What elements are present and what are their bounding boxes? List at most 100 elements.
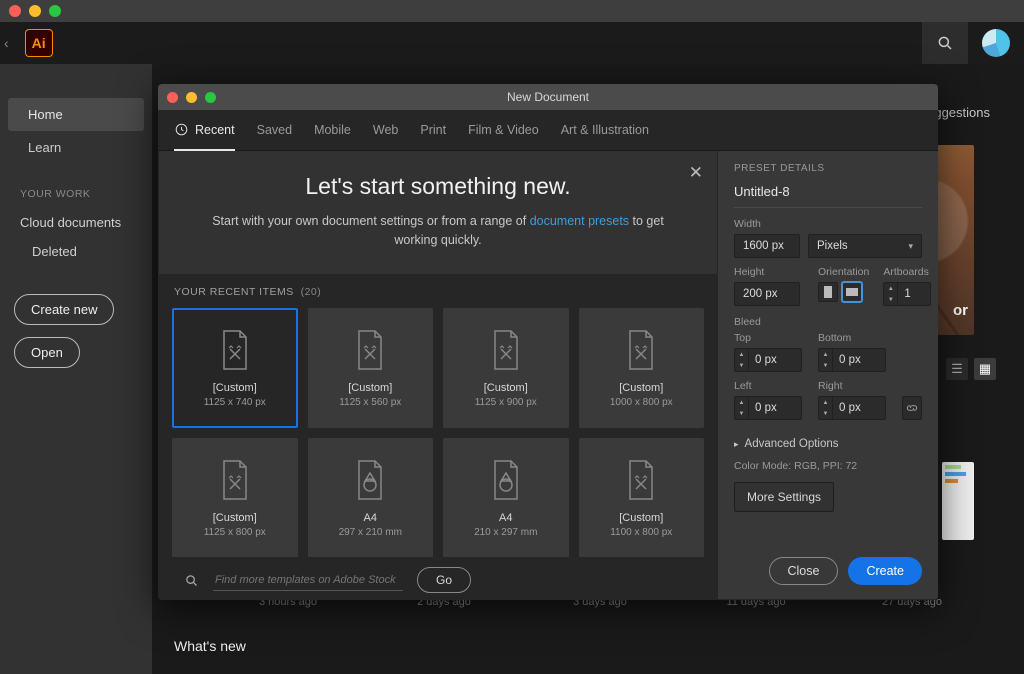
- stock-go-button[interactable]: Go: [417, 567, 471, 593]
- bleed-right-stepper[interactable]: ▲▼: [818, 396, 886, 420]
- sidebar: Home Learn YOUR WORK Cloud documents Del…: [0, 64, 152, 368]
- tab-label: Recent: [195, 123, 235, 137]
- more-settings-button[interactable]: More Settings: [734, 482, 834, 512]
- preset-card[interactable]: [Custom]1125 x 900 px: [443, 308, 569, 428]
- preset-card[interactable]: [Custom] 1100 x 800 px: [579, 438, 705, 558]
- view-toggle: ☰ ▦: [946, 358, 996, 380]
- advanced-options-toggle[interactable]: ▸ Advanced Options: [734, 432, 922, 456]
- tab-film-video[interactable]: Film & Video: [468, 111, 539, 149]
- traffic-close-icon[interactable]: [9, 5, 21, 17]
- hero-close-icon[interactable]: ✕: [689, 163, 703, 183]
- orientation-portrait-button[interactable]: [818, 282, 838, 302]
- width-input[interactable]: [734, 234, 800, 258]
- preset-doc-icon: [217, 458, 253, 502]
- step-up-icon[interactable]: ▲: [884, 283, 897, 294]
- orientation-landscape-button[interactable]: [842, 282, 862, 302]
- recent-items-heading: YOUR RECENT ITEMS (20): [158, 274, 718, 308]
- create-new-button[interactable]: Create new: [14, 294, 114, 325]
- bleed-bottom-label: Bottom: [818, 332, 886, 344]
- preset-size: 210 x 297 mm: [474, 527, 537, 538]
- preset-size: 1100 x 800 px: [610, 527, 672, 538]
- artboards-stepper[interactable]: ▲▼: [883, 282, 931, 306]
- bleed-left-label: Left: [734, 380, 802, 392]
- preset-size: 1125 x 560 px: [339, 397, 401, 408]
- sidebar-item-learn[interactable]: Learn: [8, 131, 144, 164]
- preset-doc-icon: [352, 328, 388, 372]
- sidebar-item-deleted[interactable]: Deleted: [0, 237, 152, 266]
- bleed-label: Bleed: [734, 316, 922, 328]
- tab-saved[interactable]: Saved: [257, 111, 292, 149]
- preset-card[interactable]: A4297 x 210 mm: [308, 438, 434, 558]
- modal-left-pane: ✕ Let's start something new. Start with …: [158, 151, 718, 599]
- hero-banner: ✕ Let's start something new. Start with …: [159, 151, 717, 274]
- search-button[interactable]: [922, 22, 968, 64]
- preset-card[interactable]: [Custom]1125 x 740 px: [172, 308, 298, 428]
- modal-tabs: Recent Saved Mobile Web Print Film & Vid…: [158, 110, 938, 151]
- modal-zoom-traffic-icon[interactable]: [205, 92, 216, 103]
- preset-card[interactable]: A4210 x 297 mm: [443, 438, 569, 558]
- preset-details-panel: PRESET DETAILS Untitled-8 Width Pixels ▾…: [718, 151, 938, 599]
- tab-print[interactable]: Print: [420, 111, 446, 149]
- tab-art-illustration[interactable]: Art & Illustration: [561, 111, 649, 149]
- traffic-minimize-icon[interactable]: [29, 5, 41, 17]
- preset-doc-icon: [623, 328, 659, 372]
- bleed-bottom-stepper[interactable]: ▲▼: [818, 348, 886, 372]
- modal-minimize-traffic-icon[interactable]: [186, 92, 197, 103]
- tab-recent[interactable]: Recent: [174, 110, 235, 151]
- chevron-down-icon: ▾: [908, 241, 913, 252]
- artboards-input[interactable]: [897, 282, 931, 306]
- bleed-right-input[interactable]: [832, 396, 886, 420]
- preset-card[interactable]: [Custom]1125 x 800 px: [172, 438, 298, 558]
- preset-doc-icon: [352, 458, 388, 502]
- orientation-label: Orientation: [818, 266, 869, 278]
- bleed-top-input[interactable]: [748, 348, 802, 372]
- width-label: Width: [734, 218, 922, 230]
- height-label: Height: [734, 266, 804, 278]
- bleed-top-stepper[interactable]: ▲▼: [734, 348, 802, 372]
- bleed-bottom-input[interactable]: [832, 348, 886, 372]
- modal-close-traffic-icon[interactable]: [167, 92, 178, 103]
- search-icon: [184, 573, 199, 588]
- sidebar-item-home[interactable]: Home: [8, 98, 144, 131]
- traffic-zoom-icon[interactable]: [49, 5, 61, 17]
- link-bleed-toggle[interactable]: [902, 396, 922, 420]
- view-grid-icon[interactable]: ▦: [974, 358, 996, 380]
- modal-titlebar: New Document: [158, 84, 938, 110]
- preset-type: A4: [364, 512, 377, 524]
- preset-type: [Custom]: [484, 382, 528, 394]
- back-chevron-icon[interactable]: ‹: [4, 35, 9, 51]
- close-button[interactable]: Close: [769, 557, 839, 585]
- tab-web[interactable]: Web: [373, 111, 398, 149]
- view-list-icon[interactable]: ☰: [946, 358, 968, 380]
- stock-template-thumbnail[interactable]: [942, 462, 974, 540]
- preset-card[interactable]: [Custom] 1000 x 800 px: [579, 308, 705, 428]
- tab-mobile[interactable]: Mobile: [314, 111, 351, 149]
- preset-size: 1000 x 800 px: [610, 397, 673, 408]
- step-down-icon[interactable]: ▼: [884, 294, 897, 305]
- app-bar: ‹ Ai: [0, 22, 1024, 64]
- adobe-stock-row: Go: [158, 557, 718, 599]
- chevron-right-icon: ▸: [734, 439, 739, 450]
- preset-details-heading: PRESET DETAILS: [734, 163, 922, 174]
- document-presets-link[interactable]: document presets: [530, 214, 629, 228]
- units-select[interactable]: Pixels ▾: [808, 234, 922, 258]
- open-button[interactable]: Open: [14, 337, 80, 368]
- preset-size: 1125 x 800 px: [204, 527, 266, 538]
- bleed-right-label: Right: [818, 380, 886, 392]
- create-button[interactable]: Create: [848, 557, 922, 585]
- bleed-left-input[interactable]: [748, 396, 802, 420]
- user-avatar[interactable]: [982, 29, 1010, 57]
- height-input[interactable]: [734, 282, 800, 306]
- preset-doc-icon: [488, 328, 524, 372]
- preset-card[interactable]: [Custom]1125 x 560 px: [308, 308, 434, 428]
- bleed-left-stepper[interactable]: ▲▼: [734, 396, 802, 420]
- preset-type: [Custom]: [619, 382, 663, 394]
- hero-heading: Let's start something new.: [193, 173, 683, 200]
- preset-doc-icon: [623, 458, 659, 502]
- preset-type: [Custom]: [619, 512, 663, 524]
- app-logo-icon: Ai: [25, 29, 53, 57]
- link-icon: [905, 401, 919, 415]
- sidebar-item-cloud-documents[interactable]: Cloud documents: [0, 208, 152, 237]
- stock-search-input[interactable]: [213, 570, 403, 591]
- document-name-field[interactable]: Untitled-8: [734, 184, 922, 208]
